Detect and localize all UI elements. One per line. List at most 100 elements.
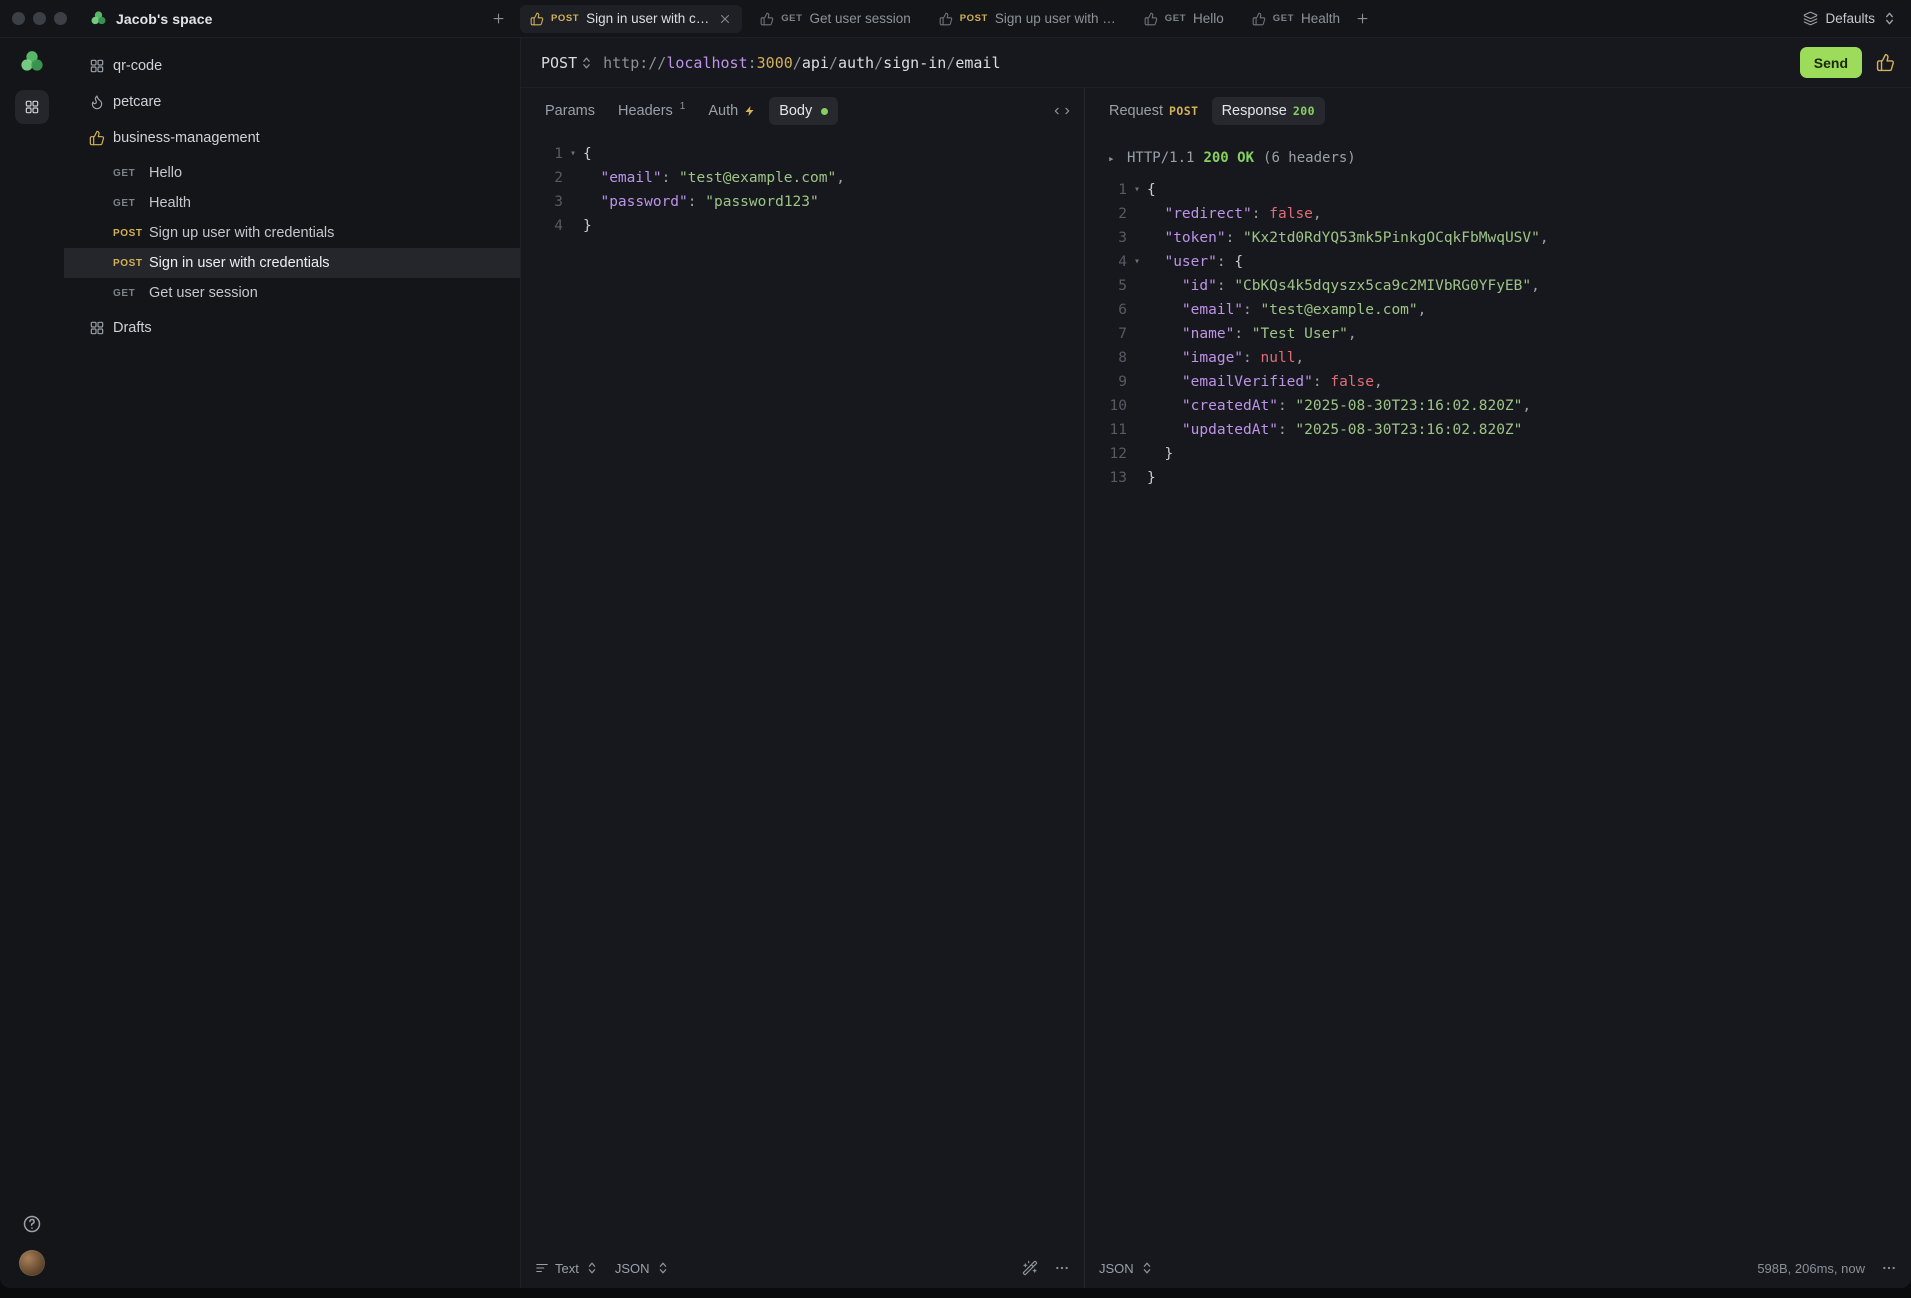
code-line: 2 "redirect": false,: [1099, 202, 1911, 226]
request-label: Sign in user with credentials: [149, 255, 330, 271]
sidebar-folder-petcare[interactable]: petcare: [64, 86, 520, 118]
titlebar-tab-sign-up-user-with[interactable]: POST Sign up user with …: [929, 5, 1126, 33]
response-pane: Request POST Response 200 ▸ HTTP/1.1 200…: [1085, 88, 1911, 1288]
language-select[interactable]: JSON: [615, 1261, 670, 1276]
tab-params[interactable]: Params: [535, 97, 605, 125]
window-close-button[interactable]: [12, 12, 25, 25]
code-token: "emailVerified": [1181, 374, 1313, 390]
request-body-editor[interactable]: 1 ▾{2 "email": "test@example.com", 3 "pass…: [521, 134, 1084, 1248]
copy-as-code-button[interactable]: [1054, 103, 1070, 119]
format-wand-button[interactable]: [1022, 1260, 1038, 1276]
line-number: 4: [554, 218, 563, 234]
tab-auth[interactable]: Auth: [698, 97, 766, 125]
response-language-select[interactable]: JSON: [1099, 1261, 1154, 1276]
request-label: Sign up user with credentials: [149, 225, 335, 241]
response-pane-footer: JSON 598B, 206ms, now: [1085, 1248, 1911, 1288]
request-tab-strip: POST Sign in user with c… GET Get user sess…: [520, 0, 1350, 37]
wrap-mode-select[interactable]: Text: [535, 1261, 599, 1276]
favorite-thumbs-up-icon[interactable]: [1876, 53, 1895, 72]
titlebar-tab-hello[interactable]: GET Hello: [1134, 5, 1234, 33]
code-token: "createdAt": [1181, 398, 1278, 414]
response-more-actions-button[interactable]: [1881, 1260, 1897, 1276]
fold-toggle-icon: [1127, 226, 1147, 250]
code-token: "updatedAt": [1181, 422, 1278, 438]
help-button[interactable]: [22, 1214, 42, 1234]
sidebar: qr-code petcare business-management GET Hell…: [64, 38, 520, 1288]
tab-body[interactable]: Body: [769, 97, 839, 125]
workspace-apps-button[interactable]: [15, 90, 49, 124]
body-set-indicator-dot: [821, 107, 829, 115]
tab-title: Sign up user with …: [994, 11, 1116, 26]
request-more-actions-button[interactable]: [1054, 1260, 1070, 1276]
sidebar-request-sign-up-user-with-credentials[interactable]: POST Sign up user with credentials: [64, 218, 520, 248]
tab-request-info[interactable]: Request POST: [1099, 97, 1209, 125]
line-number: 2: [1118, 206, 1127, 222]
app-window: Jacob's space POST Sign in user with c… GE…: [0, 0, 1911, 1288]
code-token: :: [1243, 302, 1252, 318]
chevron-updown-icon: [585, 1261, 599, 1275]
fold-toggle-icon[interactable]: ▾: [1127, 250, 1147, 274]
titlebar-tab-sign-in-user-with-c[interactable]: POST Sign in user with c…: [520, 4, 743, 33]
code-token: :: [1234, 326, 1244, 342]
sidebar-folder-drafts[interactable]: Drafts: [64, 312, 520, 344]
tab-response[interactable]: Response 200: [1211, 97, 1326, 125]
sidebar-request-get-user-session[interactable]: GET Get user session: [64, 278, 520, 308]
code-line: 9 "emailVerified": false,: [1099, 370, 1911, 394]
close-tab-icon[interactable]: [718, 12, 732, 26]
thumbs-up-icon: [1252, 12, 1266, 26]
fold-toggle-icon[interactable]: ▾: [563, 142, 583, 166]
fold-toggle-icon[interactable]: ▾: [1127, 178, 1147, 202]
code-token: :: [687, 194, 697, 210]
workspace-switcher[interactable]: Jacob's space: [116, 11, 212, 27]
code-token: "password": [600, 194, 688, 210]
code-content: "image": null,: [1147, 346, 1911, 370]
user-avatar[interactable]: [19, 1250, 45, 1276]
sidebar-request-sign-in-user-with-credentials[interactable]: POST Sign in user with credentials: [64, 248, 520, 278]
titlebar-tab-health[interactable]: GET Health: [1242, 5, 1350, 33]
request-label: Health: [149, 195, 191, 211]
window-minimize-button[interactable]: [33, 12, 46, 25]
code-token: "Test User": [1251, 326, 1348, 342]
method-selector[interactable]: POST: [541, 54, 591, 72]
sidebar-request-health[interactable]: GET Health: [64, 188, 520, 218]
chevron-updown-icon: [1882, 11, 1897, 26]
new-request-button[interactable]: [486, 7, 510, 31]
code-token: :: [1251, 206, 1261, 222]
code-token: ,: [1522, 398, 1532, 414]
new-tab-button[interactable]: [1350, 7, 1374, 31]
tab-title: Health: [1301, 11, 1341, 26]
sidebar-folder-qr-code[interactable]: qr-code: [64, 50, 520, 82]
environment-selector[interactable]: Defaults: [1803, 11, 1897, 26]
sidebar-folder-business-management[interactable]: business-management: [64, 122, 520, 154]
ellipsis-icon: [1881, 1260, 1897, 1276]
expand-headers-caret-icon[interactable]: ▸: [1108, 152, 1118, 165]
url-input[interactable]: POST http://localhost:3000/api/auth/sign…: [537, 46, 1786, 80]
fold-toggle-icon: [1127, 274, 1147, 298]
titlebar: Jacob's space POST Sign in user with c… GE…: [0, 0, 1911, 38]
plus-icon: [491, 11, 506, 26]
window-zoom-button[interactable]: [54, 12, 67, 25]
thumbs-up-icon: [530, 12, 544, 26]
line-number: 4: [1118, 254, 1127, 270]
layers-icon: [1803, 11, 1818, 26]
request-method-label: GET: [113, 197, 136, 209]
thumbs-up-icon: [1144, 12, 1158, 26]
code-token: :: [1243, 350, 1252, 366]
response-body-viewer[interactable]: 1 ▾{2 "redirect": false, 3 "token": "Kx2td…: [1085, 170, 1911, 1248]
response-status-line[interactable]: ▸ HTTP/1.1 200 OK (6 headers): [1085, 134, 1911, 170]
sidebar-request-hello[interactable]: GET Hello: [64, 158, 520, 188]
window-body: qr-code petcare business-management GET Hell…: [0, 38, 1911, 1288]
apps-grid-icon: [24, 99, 40, 115]
fold-toggle-icon: [1127, 346, 1147, 370]
send-button[interactable]: Send: [1799, 47, 1862, 78]
fold-toggle-icon: [1127, 466, 1147, 490]
tab-headers[interactable]: Headers 1: [608, 97, 695, 125]
titlebar-tab-get-user-session[interactable]: GET Get user session: [750, 5, 921, 33]
code-content: "redirect": false,: [1147, 202, 1911, 226]
request-pane: Params Headers 1 Auth Body 1 ▾ {2 "emai…: [521, 88, 1085, 1288]
